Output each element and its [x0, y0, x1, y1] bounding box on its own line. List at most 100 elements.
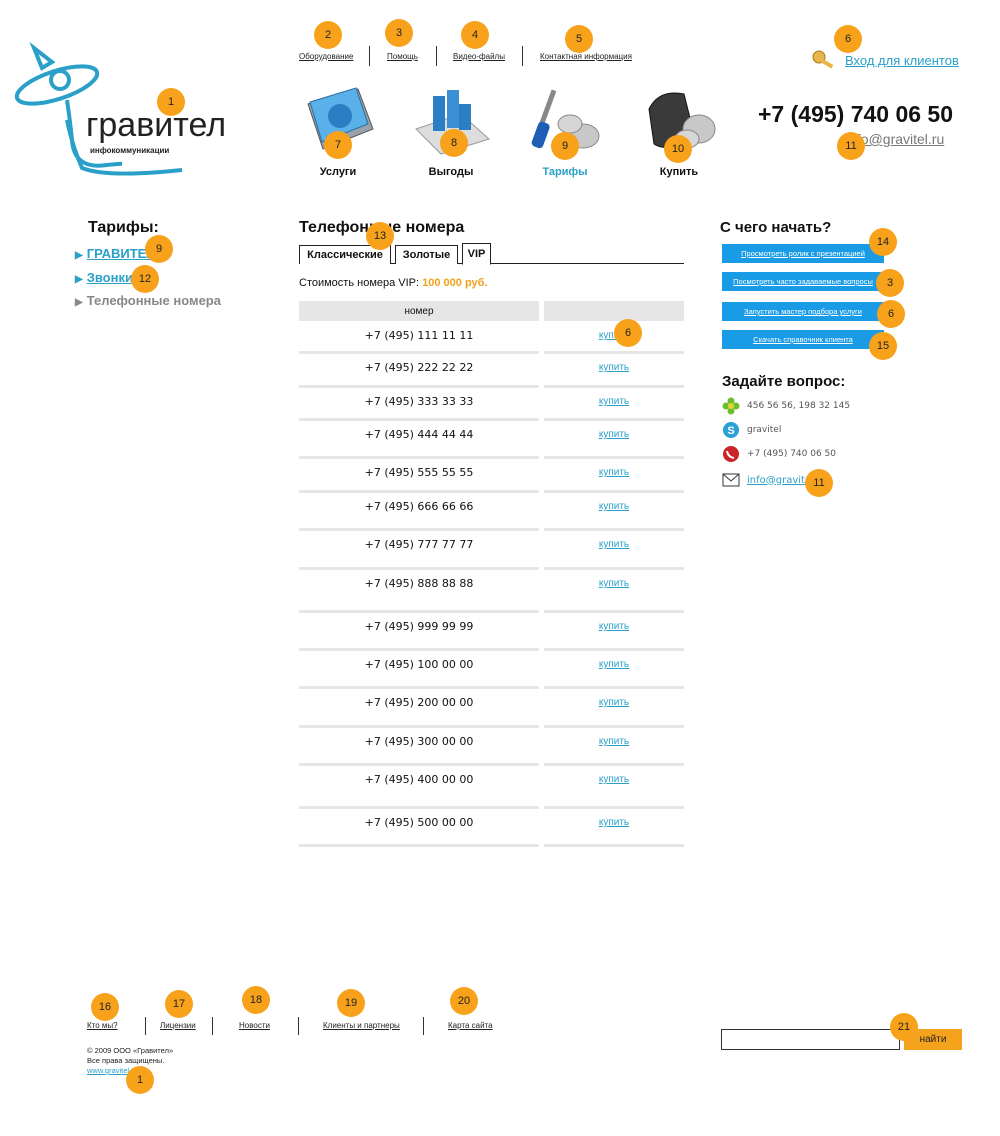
top-menu-contacts[interactable]: Контактная информация [540, 52, 632, 61]
row-divider [544, 351, 684, 354]
buy-link[interactable]: купить [544, 578, 684, 589]
footer-licenses[interactable]: Лицензии [160, 1021, 196, 1030]
buy-link[interactable]: купить [544, 621, 684, 632]
contact-email: info@gravitel [722, 471, 814, 489]
annotation-badge: 21 [890, 1013, 918, 1041]
phone-number: +7 (495) 111 11 11 [364, 329, 474, 342]
row-divider [299, 610, 539, 613]
key-icon [812, 50, 834, 69]
service-wizard-button[interactable]: Запустить мастер подбора услуги [722, 302, 884, 321]
row-divider [299, 763, 539, 766]
contact-email-link[interactable]: info@gravitel [747, 475, 814, 486]
annotation-badge: 11 [805, 469, 833, 497]
annotation-badge: 16 [91, 993, 119, 1021]
footer-clients[interactable]: Клиенты и партнеры [323, 1021, 400, 1030]
divider [145, 1017, 146, 1035]
phone-number: +7 (495) 200 00 00 [364, 696, 474, 709]
row-divider [299, 456, 539, 459]
row-divider [544, 490, 684, 493]
left-item-gravitel[interactable]: ▶ ГРАВИТЕЛ [75, 246, 155, 261]
annotation-badge: 19 [337, 989, 365, 1017]
phone-number: +7 (495) 333 33 33 [364, 395, 474, 408]
start-title: С чего начать? [720, 219, 832, 236]
phone-number: +7 (495) 555 55 55 [364, 466, 474, 479]
search-input[interactable] [721, 1029, 900, 1050]
client-login-link[interactable]: Вход для клиентов [845, 53, 959, 68]
annotation-badge: 7 [324, 131, 352, 159]
buy-link[interactable]: купить [544, 467, 684, 478]
annotation-badge: 4 [461, 21, 489, 49]
triangle-right-icon: ▶ [75, 250, 83, 261]
row-divider [544, 648, 684, 651]
row-divider [299, 385, 539, 388]
phone-number: +7 (495) 222 22 22 [364, 361, 474, 374]
price-value: 100 000 руб. [422, 277, 488, 289]
number-cost: Стоимость номера VIP: 100 000 руб. [299, 277, 488, 289]
ask-title: Задайте вопрос: [722, 373, 846, 390]
watch-presentation-button[interactable]: Просмотреть ролик с презентацией [722, 244, 884, 263]
row-divider [299, 567, 539, 570]
buy-link[interactable]: купить [544, 501, 684, 512]
phone-number: +7 (495) 444 44 44 [364, 428, 474, 441]
top-menu-equipment[interactable]: Оборудование [299, 52, 353, 61]
footer-sitemap[interactable]: Карта сайта [448, 1021, 493, 1030]
contact-icq: 456 56 56, 198 32 145 [722, 397, 850, 415]
phone-number: +7 (495) 666 66 66 [364, 500, 474, 513]
row-divider [544, 610, 684, 613]
left-item-phone-numbers: ▶ Телефонные номера [75, 293, 221, 308]
buy-link[interactable]: купить [544, 362, 684, 373]
row-divider [544, 567, 684, 570]
top-menu-help[interactable]: Помощь [387, 52, 418, 61]
annotation-badge: 2 [314, 21, 342, 49]
row-divider [299, 844, 539, 847]
logo[interactable]: гравител инфокоммуникации [12, 40, 257, 180]
buy-link[interactable]: купить [544, 736, 684, 747]
download-guide-button[interactable]: Скачать справочник клиента [722, 330, 884, 349]
nav-label-benefits: Выгоды [428, 166, 474, 178]
footer-news[interactable]: Новости [239, 1021, 270, 1030]
divider [522, 46, 523, 66]
annotation-badge: 9 [145, 235, 173, 263]
contact-phone: +7 (495) 740 06 50 [722, 445, 836, 463]
buy-link[interactable]: купить [544, 774, 684, 785]
annotation-badge: 14 [869, 228, 897, 256]
row-divider [299, 806, 539, 809]
phone-number: +7 (495) 777 77 77 [364, 538, 474, 551]
left-item-calls[interactable]: ▶ Звонки [75, 270, 133, 285]
annotation-badge: 13 [366, 222, 394, 250]
annotation-badge: 6 [834, 25, 862, 53]
row-divider [544, 456, 684, 459]
svg-text:S: S [727, 425, 734, 437]
row-divider [299, 351, 539, 354]
tab-gold[interactable]: Золотые [395, 245, 458, 264]
contact-skype: S gravitel [722, 421, 781, 439]
annotation-badge: 10 [664, 135, 692, 163]
annotation-badge: 15 [869, 332, 897, 360]
nav-item-buy[interactable]: Купить [634, 84, 724, 180]
annotation-badge: 9 [551, 132, 579, 160]
buy-link[interactable]: купить [544, 429, 684, 440]
row-divider [544, 763, 684, 766]
buy-link[interactable]: купить [544, 817, 684, 828]
row-divider [544, 844, 684, 847]
divider [436, 46, 437, 66]
nav-label-services: Услуги [319, 166, 357, 178]
row-divider [299, 418, 539, 421]
buy-link[interactable]: купить [544, 539, 684, 550]
tab-vip[interactable]: VIP [462, 243, 491, 265]
phone-number: +7 (495) 100 00 00 [364, 658, 474, 671]
header-phone: +7 (495) 740 06 50 [758, 101, 954, 127]
footer-about[interactable]: Кто мы? [87, 1021, 118, 1030]
annotation-badge: 5 [565, 25, 593, 53]
faq-button[interactable]: Посмотреть часто задаваемые вопросы [722, 272, 884, 291]
row-divider [544, 385, 684, 388]
buy-link[interactable]: купить [544, 659, 684, 670]
row-divider [299, 528, 539, 531]
annotation-badge: 3 [385, 19, 413, 47]
row-divider [299, 686, 539, 689]
annotation-badge: 1 [157, 88, 185, 116]
top-menu-video[interactable]: Видео-файлы [453, 52, 505, 61]
logo-text: гравител [86, 106, 227, 144]
buy-link[interactable]: купить [544, 396, 684, 407]
buy-link[interactable]: купить [544, 697, 684, 708]
